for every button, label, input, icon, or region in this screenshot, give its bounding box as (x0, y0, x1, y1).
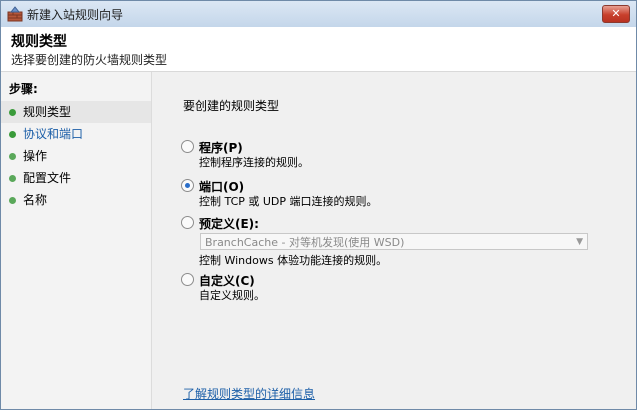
step-bullet-icon (9, 197, 16, 204)
chevron-down-icon: ▼ (576, 237, 583, 247)
option-label: 预定义(E): (199, 217, 259, 231)
step-profile[interactable]: 配置文件 (1, 167, 151, 189)
option-description: 控制 TCP 或 UDP 端口连接的规则。 (199, 195, 378, 208)
radio-port[interactable] (181, 179, 194, 192)
predefined-rule-dropdown[interactable]: BranchCache - 对等机发现(使用 WSD) ▼ (200, 233, 588, 250)
steps-sidebar: 步骤: 规则类型 协议和端口 操作 配置文件 名称 (1, 72, 152, 409)
step-label: 名称 (23, 193, 48, 207)
option-description: 控制 Windows 体验功能连接的规则。 (199, 254, 388, 267)
step-bullet-icon (9, 109, 16, 116)
step-label: 配置文件 (23, 171, 72, 185)
radio-custom[interactable] (181, 273, 194, 286)
learn-more-link[interactable]: 了解规则类型的详细信息 (183, 385, 315, 402)
dropdown-value: BranchCache - 对等机发现(使用 WSD) (205, 236, 405, 249)
title-bar[interactable]: 新建入站规则向导 ✕ (1, 1, 636, 28)
step-bullet-icon (9, 153, 16, 160)
close-button[interactable]: ✕ (602, 5, 630, 23)
radio-program[interactable] (181, 140, 194, 153)
step-rule-type[interactable]: 规则类型 (1, 101, 151, 123)
option-description: 自定义规则。 (199, 289, 265, 302)
page-header: 规则类型 选择要创建的防火墙规则类型 (1, 27, 636, 72)
step-label: 协议和端口 (23, 127, 84, 141)
main-content: 要创建的规则类型 程序(P) 控制程序连接的规则。 端口(O) 控制 TCP 或… (152, 72, 636, 409)
step-protocol-port[interactable]: 协议和端口 (1, 123, 151, 145)
step-bullet-icon (9, 131, 16, 138)
steps-heading: 步骤: (9, 82, 38, 96)
page-subtitle: 选择要创建的防火墙规则类型 (11, 53, 168, 67)
firewall-icon (7, 6, 23, 22)
page-title: 规则类型 (11, 34, 67, 50)
radio-predefined[interactable] (181, 216, 194, 229)
wizard-window: 新建入站规则向导 ✕ 规则类型 选择要创建的防火墙规则类型 步骤: 规则类型 协… (0, 0, 637, 410)
step-name[interactable]: 名称 (1, 189, 151, 211)
step-bullet-icon (9, 175, 16, 182)
window-title: 新建入站规则向导 (27, 8, 124, 22)
step-label: 规则类型 (23, 105, 72, 119)
step-action[interactable]: 操作 (1, 145, 151, 167)
close-icon: ✕ (611, 7, 621, 20)
step-label: 操作 (23, 149, 48, 163)
rule-type-prompt: 要创建的规则类型 (183, 99, 280, 113)
option-description: 控制程序连接的规则。 (199, 156, 309, 169)
